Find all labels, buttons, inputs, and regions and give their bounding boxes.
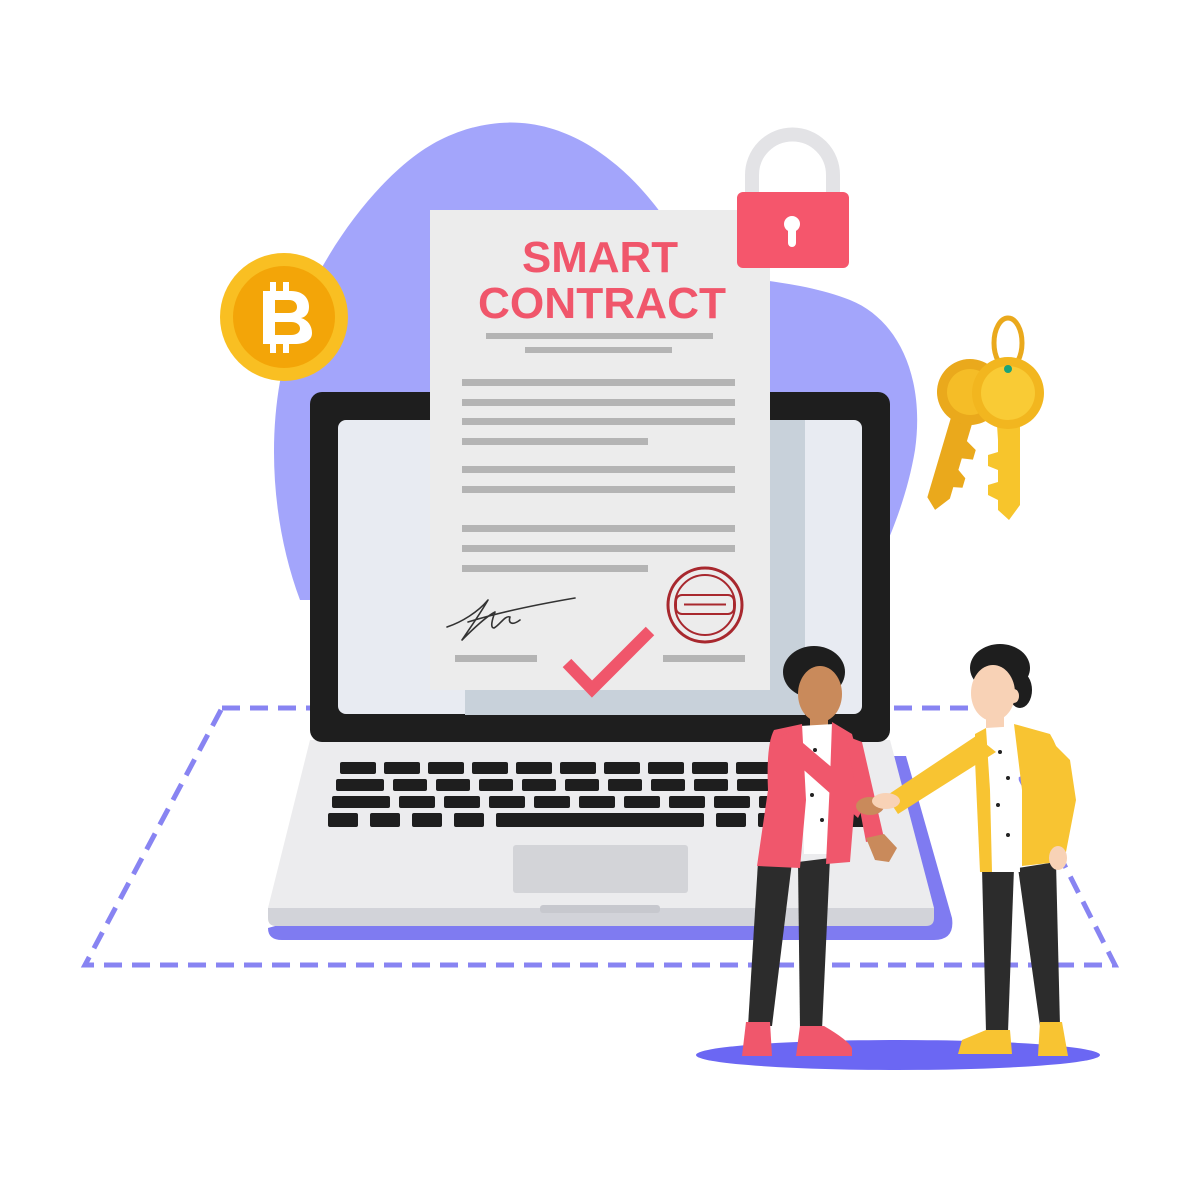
contract-title-line1: SMART bbox=[522, 233, 678, 282]
bitcoin-stroke bbox=[283, 282, 289, 293]
stamp-line bbox=[663, 655, 745, 662]
text-line bbox=[462, 438, 648, 445]
text-line bbox=[462, 466, 735, 473]
bitcoin-icon bbox=[220, 253, 348, 381]
keyboard-key bbox=[669, 796, 705, 808]
shirt-dot bbox=[810, 793, 814, 797]
keyboard-key bbox=[651, 779, 685, 791]
laptop-notch bbox=[540, 905, 660, 913]
shirt-dot bbox=[813, 748, 817, 752]
keyboard-key bbox=[479, 779, 513, 791]
text-line bbox=[462, 399, 735, 406]
text-line bbox=[462, 379, 735, 386]
bitcoin-stroke bbox=[283, 342, 289, 353]
keyboard-key bbox=[737, 779, 771, 791]
text-line bbox=[462, 418, 735, 425]
shirt-dot bbox=[1006, 833, 1010, 837]
shirt-dot bbox=[1006, 776, 1010, 780]
shirt-dot bbox=[998, 750, 1002, 754]
face bbox=[971, 665, 1015, 721]
keyboard-key bbox=[328, 813, 358, 827]
text-line bbox=[462, 525, 735, 532]
keyboard-key bbox=[692, 762, 728, 774]
bitcoin-stroke bbox=[270, 342, 276, 353]
contract-document: SMART CONTRACT bbox=[430, 210, 805, 715]
keyboard-key bbox=[608, 779, 642, 791]
keyboard-key bbox=[624, 796, 660, 808]
keyboard-key bbox=[428, 762, 464, 774]
keyboard-key bbox=[565, 779, 599, 791]
keyboard-key bbox=[516, 762, 552, 774]
keyboard-key bbox=[332, 796, 390, 808]
keyboard-key bbox=[714, 796, 750, 808]
smart-contract-illustration: SMART CONTRACT bbox=[0, 0, 1200, 1200]
keyboard-key bbox=[336, 779, 384, 791]
keyhole-slot bbox=[788, 224, 796, 247]
key-front-head-inner bbox=[981, 366, 1035, 420]
text-line bbox=[462, 486, 735, 493]
text-line bbox=[462, 565, 648, 572]
key-ring-clip bbox=[1004, 365, 1012, 373]
keyboard-key bbox=[412, 813, 442, 827]
trackpad bbox=[513, 845, 688, 893]
keyboard-key bbox=[436, 779, 470, 791]
text-line bbox=[462, 545, 735, 552]
keyboard-key bbox=[736, 762, 772, 774]
keyboard-key bbox=[454, 813, 484, 827]
keyboard-key bbox=[579, 796, 615, 808]
keyboard-key bbox=[534, 796, 570, 808]
keyboard-key bbox=[472, 762, 508, 774]
shirt-dot bbox=[820, 818, 824, 822]
keyboard-key bbox=[648, 762, 684, 774]
contract-title-line2: CONTRACT bbox=[478, 279, 726, 328]
keyboard-key bbox=[399, 796, 435, 808]
keyboard-key bbox=[560, 762, 596, 774]
hand bbox=[1049, 846, 1067, 870]
subtitle-line bbox=[525, 347, 672, 353]
keyboard-spacebar bbox=[496, 813, 704, 827]
keyboard-key bbox=[694, 779, 728, 791]
keyboard-key bbox=[522, 779, 556, 791]
keyboard-key bbox=[604, 762, 640, 774]
keyboard-key bbox=[393, 779, 427, 791]
keyboard-key bbox=[444, 796, 480, 808]
keyboard-key bbox=[370, 813, 400, 827]
shirt-dot bbox=[996, 803, 1000, 807]
bitcoin-stroke bbox=[270, 282, 276, 293]
ear bbox=[1009, 689, 1019, 703]
subtitle-line bbox=[486, 333, 713, 339]
signature-line bbox=[455, 655, 537, 662]
keyboard-key bbox=[489, 796, 525, 808]
hand bbox=[872, 793, 900, 809]
face bbox=[798, 666, 842, 722]
keyboard-key bbox=[716, 813, 746, 827]
keyboard-key bbox=[384, 762, 420, 774]
shoe bbox=[742, 1022, 772, 1056]
keyboard-key bbox=[340, 762, 376, 774]
